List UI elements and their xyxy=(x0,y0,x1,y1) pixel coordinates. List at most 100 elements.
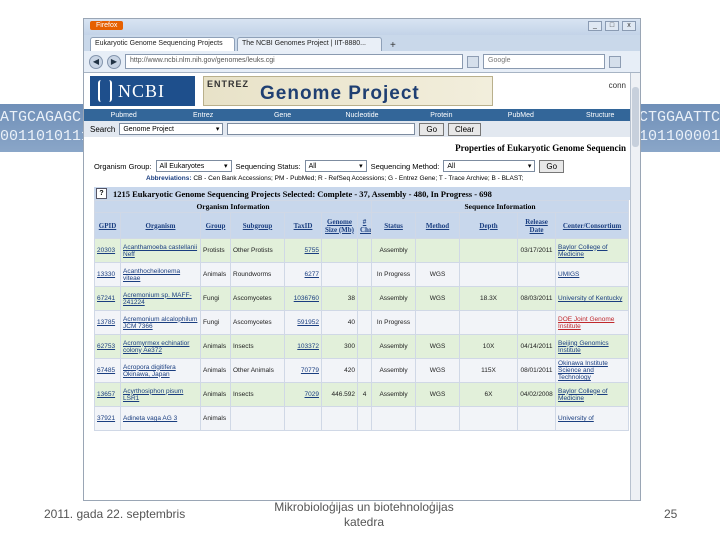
menu-item[interactable]: Protein xyxy=(402,112,481,119)
cell-organism[interactable]: Acanthocheilonema viteae xyxy=(120,262,201,287)
close-button[interactable]: x xyxy=(622,21,636,31)
abbreviations-label: Abbreviations: xyxy=(146,175,192,182)
cell-status: In Progress xyxy=(371,310,417,335)
cell-date: 08/03/2011 xyxy=(517,286,557,311)
cell-organism[interactable]: Acyrthosiphon pisum LSR1 xyxy=(120,382,201,407)
cell-taxid[interactable]: 6277 xyxy=(284,262,322,287)
cell-center[interactable]: University of xyxy=(555,406,630,431)
cell-gpid[interactable]: 67485 xyxy=(94,358,121,383)
cell-depth xyxy=(459,406,519,431)
tab-eukaryotic[interactable]: Eukaryotic Genome Sequencing Projects xyxy=(90,37,235,51)
binary-text: 0011010111 xyxy=(0,128,91,145)
new-tab-button[interactable]: + xyxy=(384,40,402,51)
col-group[interactable]: Group xyxy=(200,212,231,239)
col-chr[interactable]: # Chr xyxy=(356,212,373,239)
organism-group-select[interactable]: All Eukaryotes ▾ xyxy=(155,160,232,172)
maximize-button[interactable]: □ xyxy=(605,21,619,31)
cell-taxid[interactable]: 591952 xyxy=(284,310,322,335)
search-box[interactable]: Google xyxy=(483,54,605,69)
col-organism[interactable]: Organism xyxy=(120,212,201,239)
cell-organism[interactable]: Acremonium alcalophilum JCM 7366 xyxy=(120,310,201,335)
cell-gpid[interactable]: 13785 xyxy=(94,310,121,335)
forward-button[interactable]: ▶ xyxy=(107,54,121,69)
cell-status: Assembly xyxy=(371,238,417,263)
cell-center[interactable]: DOE Joint Genome Institute xyxy=(555,310,630,335)
cell-taxid[interactable] xyxy=(284,406,322,431)
cell-center[interactable]: University of Kentucky xyxy=(555,286,630,311)
menu-item[interactable]: Entrez xyxy=(163,112,242,119)
column-header-row: GPID Organism Group Subgroup TaxID Genom… xyxy=(94,212,630,239)
cell-gpid[interactable]: 13330 xyxy=(94,262,121,287)
cell-subgroup: Other Protists xyxy=(230,238,285,263)
col-taxid[interactable]: TaxID xyxy=(284,212,322,239)
cell-chr xyxy=(356,262,373,287)
minimize-button[interactable]: _ xyxy=(588,21,602,31)
cell-center[interactable]: UMIGS xyxy=(555,262,630,287)
menu-item[interactable]: Gene xyxy=(243,112,322,119)
ncbi-logo[interactable]: NCBI xyxy=(90,76,195,106)
cell-organism[interactable]: Acromyrmex echinatior colony Ae372 xyxy=(120,334,201,359)
menu-item[interactable]: Pubmed xyxy=(84,112,163,119)
cell-method: WGS xyxy=(415,358,461,383)
cell-depth xyxy=(459,262,519,287)
cell-gpid[interactable]: 20303 xyxy=(94,238,121,263)
cell-center[interactable]: Beijing Genomics Institute xyxy=(555,334,630,359)
col-method[interactable]: Method xyxy=(415,212,461,239)
chevron-down-icon: ▾ xyxy=(359,163,363,170)
sequencing-method-select[interactable]: All ▾ xyxy=(443,160,536,172)
sequencing-method-value: All xyxy=(447,162,456,170)
back-button[interactable]: ◀ xyxy=(89,54,103,69)
cell-date xyxy=(517,406,557,431)
clear-button[interactable]: Clear xyxy=(448,122,482,136)
search-input[interactable] xyxy=(227,123,416,135)
window-controls: _ □ x xyxy=(588,21,636,31)
cell-taxid[interactable]: 1036760 xyxy=(284,286,322,311)
go-button[interactable]: Go xyxy=(419,122,445,136)
col-gpid[interactable]: GPID xyxy=(94,212,121,239)
cell-organism[interactable]: Acremonium sp. MAFF-241224 xyxy=(120,286,201,311)
cell-center[interactable]: Baylor College of Medicine xyxy=(555,238,630,263)
cell-organism[interactable]: Acanthamoeba castellanii Neff xyxy=(120,238,201,263)
cell-taxid[interactable]: 5755 xyxy=(284,238,322,263)
cell-method xyxy=(415,238,461,263)
reload-icon[interactable] xyxy=(467,55,479,68)
sequencing-status-select[interactable]: All ▾ xyxy=(304,160,367,172)
table-row: 67485 Acropora digitifera Okinawa, Japan A… xyxy=(94,358,630,383)
cell-center[interactable]: Okinawa Institute Science and Technology xyxy=(555,358,630,383)
cell-gpid[interactable]: 37921 xyxy=(94,406,121,431)
cell-center[interactable]: Baylor College of Medicine xyxy=(555,382,630,407)
cell-method: WGS xyxy=(415,382,461,407)
cell-size: 300 xyxy=(321,334,358,359)
cell-gpid[interactable]: 62753 xyxy=(94,334,121,359)
cell-taxid[interactable]: 70779 xyxy=(284,358,322,383)
cell-organism[interactable]: Adineta vaga AG 3 xyxy=(120,406,201,431)
home-icon[interactable] xyxy=(609,55,621,68)
col-status[interactable]: Status xyxy=(371,212,417,239)
cell-taxid[interactable]: 7029 xyxy=(284,382,322,407)
col-center[interactable]: Center/Consortium xyxy=(555,212,630,239)
col-genome-size[interactable]: Genome Size (Mb) xyxy=(321,212,358,239)
scrollbar-thumb[interactable] xyxy=(632,87,639,147)
cell-taxid[interactable]: 103372 xyxy=(284,334,322,359)
database-select[interactable]: Genome Project ▾ xyxy=(119,123,224,135)
firefox-menu-button[interactable]: Firefox xyxy=(90,21,124,30)
cell-organism[interactable]: Acropora digitifera Okinawa, Japan xyxy=(120,358,201,383)
col-depth[interactable]: Depth xyxy=(459,212,519,239)
cell-gpid[interactable]: 67241 xyxy=(94,286,121,311)
cell-date xyxy=(517,262,557,287)
tab-genomes-project[interactable]: The NCBI Genomes Project | IIT-8880... xyxy=(237,37,382,51)
col-release-date[interactable]: Release Date xyxy=(517,212,557,239)
cell-subgroup: Ascomycetes xyxy=(230,310,285,335)
col-subgroup[interactable]: Subgroup xyxy=(230,212,285,239)
genome-project-banner: ENTREZ Genome Project xyxy=(203,76,493,106)
cell-gpid[interactable]: 13657 xyxy=(94,382,121,407)
menu-item[interactable]: PubMed xyxy=(481,112,560,119)
filter-go-button[interactable]: Go xyxy=(539,159,565,173)
help-icon[interactable]: ? xyxy=(96,188,107,199)
vertical-scrollbar[interactable] xyxy=(630,73,640,500)
url-bar[interactable]: http://www.ncbi.nlm.nih.gov/genomes/leuk… xyxy=(125,54,463,69)
menu-item[interactable]: Structure xyxy=(561,112,640,119)
connect-text[interactable]: conn xyxy=(609,81,626,90)
selected-summary-bar: ? 1215 Eukaryotic Genome Sequencing Proj… xyxy=(94,187,630,200)
menu-item[interactable]: Nucleotide xyxy=(322,112,401,119)
